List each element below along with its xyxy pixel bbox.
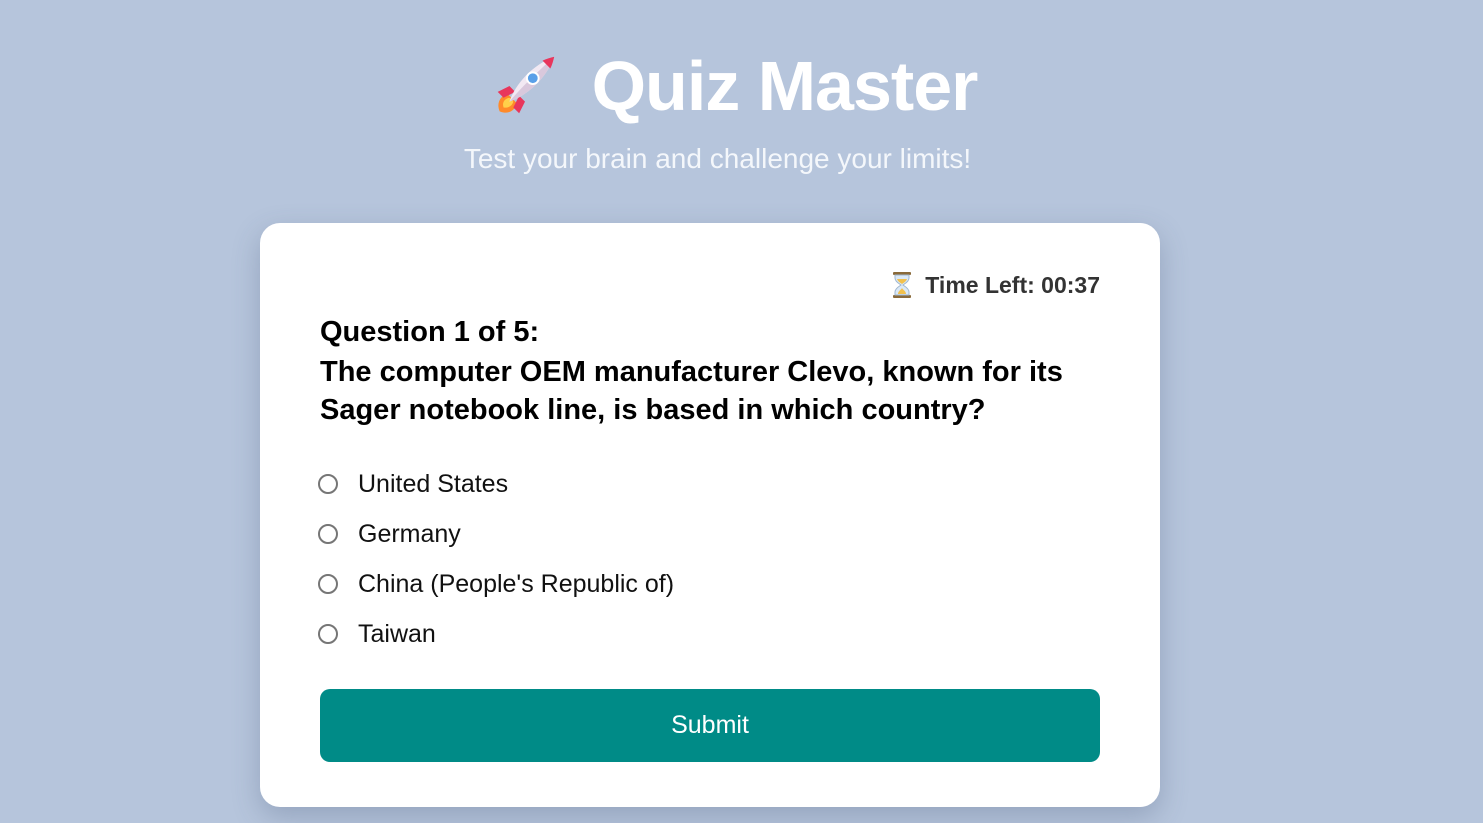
submit-button[interactable]: Submit bbox=[320, 689, 1100, 762]
page-subtitle: Test your brain and challenge your limit… bbox=[463, 143, 972, 174]
option-taiwan[interactable]: Taiwan bbox=[318, 609, 1018, 659]
option-label: China (People's Republic of) bbox=[358, 569, 675, 598]
answer-options: United States Germany China (People's Re… bbox=[318, 459, 1018, 659]
radio-button[interactable] bbox=[318, 524, 338, 544]
radio-button[interactable] bbox=[318, 624, 338, 644]
page-title: Quiz Master bbox=[591, 47, 979, 125]
radio-button[interactable] bbox=[318, 574, 338, 594]
quiz-card: Time Left: 00:37 Question 1 of 5: The co… bbox=[260, 223, 1160, 807]
question-text: The computer OEM manufacturer Clevo, kno… bbox=[320, 356, 1063, 426]
option-china[interactable]: China (People's Republic of) bbox=[318, 559, 1018, 609]
option-united-states[interactable]: United States bbox=[318, 459, 1018, 509]
timer-label: Time Left: 00:37 bbox=[925, 271, 1100, 298]
option-label: Germany bbox=[358, 519, 461, 548]
question-number: Question 1 of 5: bbox=[320, 316, 540, 348]
option-label: Taiwan bbox=[358, 619, 436, 648]
title-row: Quiz Master bbox=[0, 40, 1483, 132]
timer: Time Left: 00:37 bbox=[891, 271, 1100, 299]
rocket-icon bbox=[497, 56, 554, 114]
option-label: United States bbox=[358, 469, 509, 498]
hourglass-icon bbox=[893, 272, 912, 298]
radio-button[interactable] bbox=[318, 474, 338, 494]
option-germany[interactable]: Germany bbox=[318, 509, 1018, 559]
